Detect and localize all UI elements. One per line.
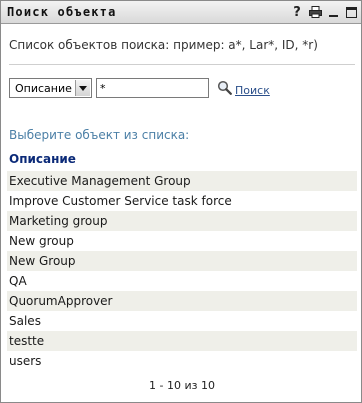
pagination-status: 1 - 10 из 10 — [149, 379, 215, 392]
title-bar: Поиск объекта ? — [1, 1, 361, 24]
help-icon[interactable]: ? — [288, 3, 306, 21]
select-prompt: Выберите объект из списка: — [9, 128, 190, 142]
list-item[interactable]: testte — [7, 331, 357, 351]
list-item[interactable]: New Group — [7, 251, 357, 271]
search-object-window: Поиск объекта ? Список объектов поиска: … — [0, 0, 362, 403]
maximize-icon[interactable] — [342, 3, 360, 21]
list-item[interactable]: Marketing group — [7, 211, 357, 231]
list-item[interactable]: Sales — [7, 311, 357, 331]
results-list: Executive Management Group Improve Custo… — [7, 171, 357, 371]
list-item[interactable]: New group — [7, 231, 357, 251]
search-icon[interactable] — [217, 80, 232, 99]
list-item[interactable]: users — [7, 351, 357, 371]
divider — [9, 64, 355, 65]
attribute-select-value: Описание — [15, 82, 72, 95]
search-hint: Список объектов поиска: пример: a*, Lar*… — [9, 38, 318, 52]
attribute-select[interactable]: Описание — [9, 78, 92, 98]
print-icon[interactable] — [306, 3, 324, 21]
search-button[interactable]: Поиск — [235, 84, 270, 97]
list-item[interactable]: QuorumApprover — [7, 291, 357, 311]
search-input[interactable] — [96, 78, 209, 98]
list-item[interactable]: Executive Management Group — [7, 171, 357, 191]
window-title: Поиск объекта — [7, 5, 117, 19]
column-header-description[interactable]: Описание — [9, 152, 76, 166]
chevron-down-icon[interactable] — [75, 80, 90, 96]
list-item[interactable]: QA — [7, 271, 357, 291]
list-item[interactable]: Improve Customer Service task force — [7, 191, 357, 211]
minimize-icon[interactable] — [324, 3, 342, 21]
